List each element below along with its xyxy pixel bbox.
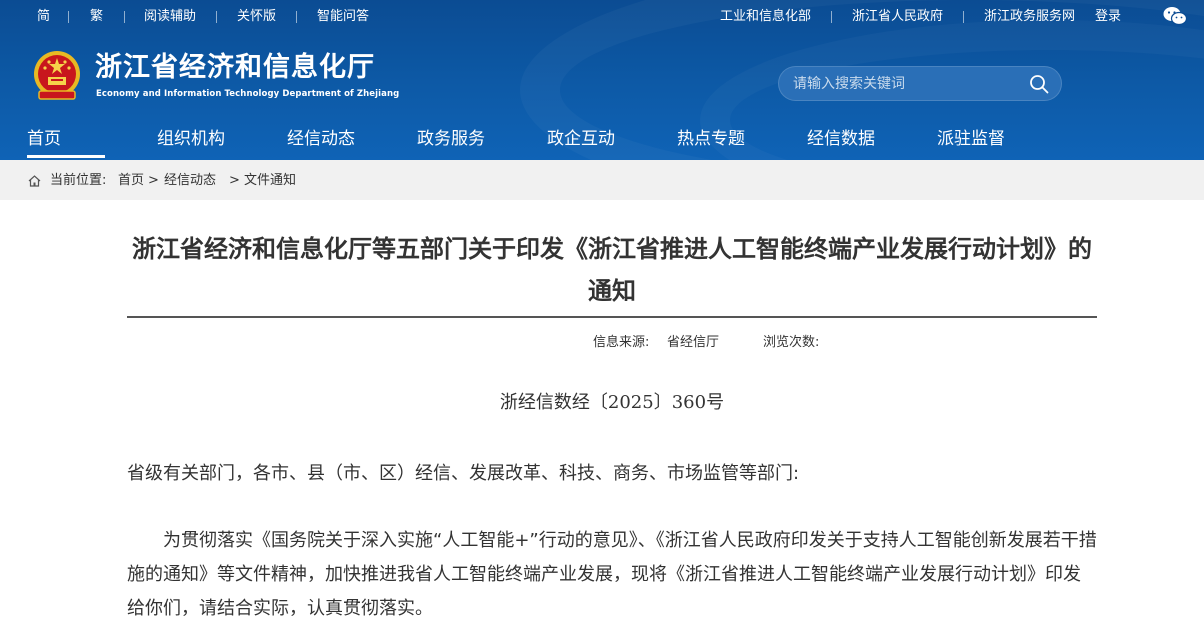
divider bbox=[68, 11, 69, 23]
nav-item-data[interactable]: 经信数据 bbox=[807, 128, 875, 150]
site-title[interactable]: 浙江省经济和信息化厅 bbox=[95, 52, 375, 84]
nav-item-interaction[interactable]: 政企互动 bbox=[547, 128, 615, 150]
divider bbox=[124, 11, 125, 23]
nav-active-indicator bbox=[27, 155, 105, 158]
breadcrumb-home[interactable]: 首页 bbox=[118, 173, 144, 189]
nav-item-organization[interactable]: 组织机构 bbox=[157, 128, 225, 150]
source-label: 信息来源: bbox=[593, 335, 650, 350]
care-mode-link[interactable]: 关怀版 bbox=[237, 9, 276, 25]
home-icon bbox=[28, 175, 41, 187]
breadcrumb-current[interactable]: 文件通知 bbox=[244, 173, 296, 189]
nav-item-gov-services[interactable]: 政务服务 bbox=[417, 128, 485, 150]
breadcrumb-separator: > bbox=[229, 173, 240, 188]
addressee: 省级有关部门，各市、县（市、区）经信、发展改革、科技、商务、市场监管等部门: bbox=[127, 463, 800, 484]
nav-item-news[interactable]: 经信动态 bbox=[287, 128, 355, 150]
site-header: 简 繁 阅读辅助 关怀版 智能问答 工业和信息化部 浙江省人民政府 浙江政务服务… bbox=[0, 0, 1204, 160]
simplified-chinese-link[interactable]: 简 bbox=[37, 9, 50, 25]
login-link[interactable]: 登录 bbox=[1095, 9, 1121, 25]
article-body: 为贯彻落实《国务院关于深入实施“人工智能+”行动的意见》、《浙江省人民政府印发关… bbox=[127, 530, 1097, 619]
breadcrumb-prefix: 当前位置: bbox=[50, 173, 107, 188]
search-box bbox=[778, 66, 1062, 101]
divider bbox=[216, 11, 217, 23]
divider bbox=[296, 11, 297, 23]
traditional-chinese-link[interactable]: 繁 bbox=[90, 9, 103, 25]
main-nav: 首页 组织机构 经信动态 政务服务 政企互动 热点专题 经信数据 派驻监督 bbox=[0, 122, 1204, 160]
search-input[interactable] bbox=[793, 74, 1023, 94]
wechat-icon[interactable] bbox=[1163, 6, 1187, 26]
article-title: 浙江省经济和信息化厅等五部门关于印发《浙江省推进人工智能终端产业发展行动计划》的… bbox=[132, 235, 1092, 305]
top-utility-bar: 简 繁 阅读辅助 关怀版 智能问答 工业和信息化部 浙江省人民政府 浙江政务服务… bbox=[0, 0, 1204, 34]
divider bbox=[963, 11, 964, 23]
smart-qa-link[interactable]: 智能问答 bbox=[317, 9, 369, 25]
reading-aid-link[interactable]: 阅读辅助 bbox=[144, 9, 196, 25]
site-title-english: Economy and Information Technology Depar… bbox=[96, 89, 400, 99]
nav-item-home[interactable]: 首页 bbox=[27, 128, 61, 150]
zj-services-link[interactable]: 浙江政务服务网 bbox=[984, 9, 1075, 25]
nav-item-supervision[interactable]: 派驻监督 bbox=[937, 128, 1005, 150]
nav-item-topics[interactable]: 热点专题 bbox=[677, 128, 745, 150]
national-emblem-icon bbox=[34, 51, 80, 100]
source-value: 省经信厅 bbox=[667, 335, 720, 350]
views-label: 浏览次数: bbox=[763, 335, 820, 350]
search-icon[interactable] bbox=[1029, 74, 1049, 94]
zj-gov-link[interactable]: 浙江省人民政府 bbox=[852, 9, 943, 25]
title-divider bbox=[127, 316, 1097, 318]
miit-link[interactable]: 工业和信息化部 bbox=[720, 9, 811, 25]
breadcrumb-section[interactable]: 经信动态 bbox=[164, 173, 216, 189]
breadcrumb-separator: > bbox=[148, 173, 159, 188]
divider bbox=[831, 11, 832, 23]
document-number: 浙经信数经〔2025〕360号 bbox=[499, 392, 725, 413]
